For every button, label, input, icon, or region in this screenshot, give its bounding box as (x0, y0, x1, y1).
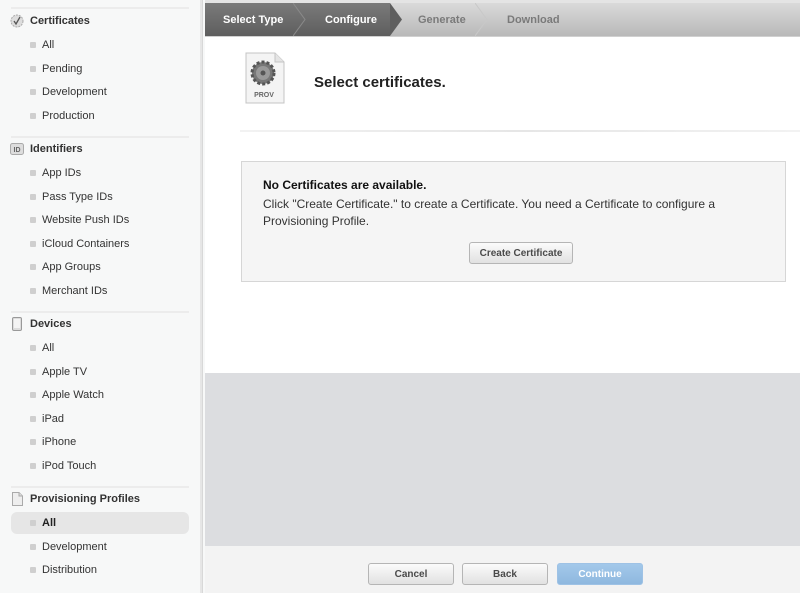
title-divider (240, 130, 800, 132)
sidebar-item-app-groups[interactable]: App Groups (11, 256, 189, 278)
bullet-icon (30, 288, 36, 294)
sidebar-item-label: Development (42, 86, 107, 98)
bullet-icon (30, 439, 36, 445)
certificate-seal-icon (10, 14, 24, 28)
sidebar-item-label: All (42, 39, 55, 51)
bullet-icon (30, 241, 36, 247)
section-title: Certificates (30, 15, 90, 27)
sidebar-item-label: App IDs (42, 167, 82, 179)
bullet-icon (30, 113, 36, 119)
id-badge-icon: ID (10, 142, 24, 156)
notice-title: No Certificates are available. (263, 178, 427, 192)
sidebar-item-profiles-distribution[interactable]: Distribution (11, 559, 189, 581)
sidebar-item-label: iPod Touch (42, 460, 97, 472)
bullet-icon (30, 544, 36, 550)
section-title: Identifiers (30, 143, 83, 155)
sidebar-item-website-push-ids[interactable]: Website Push IDs (11, 209, 189, 231)
bullet-icon (30, 416, 36, 422)
bullet-icon (30, 217, 36, 223)
step-configure: Configure (325, 13, 377, 26)
section-divider (11, 486, 189, 488)
bullet-icon (30, 392, 36, 398)
step-separator-icon (390, 3, 402, 36)
sidebar-item-icloud-containers[interactable]: iCloud Containers (11, 233, 189, 255)
sidebar-item-ipad[interactable]: iPad (11, 408, 189, 430)
sidebar-item-profiles-development[interactable]: Development (11, 536, 189, 558)
step-download: Download (507, 13, 560, 26)
section-provisioning-profiles[interactable]: Provisioning Profiles (10, 490, 140, 508)
sidebar-item-label: App Groups (42, 261, 101, 273)
bullet-icon (30, 567, 36, 573)
section-divider (11, 7, 189, 9)
content-background (205, 373, 800, 546)
bullet-icon (30, 369, 36, 375)
main-content: PROV Select certificates. No Certificate… (205, 37, 800, 373)
section-divider (11, 136, 189, 138)
step-select-type: Select Type (223, 13, 284, 26)
sidebar-scrollbar[interactable] (200, 0, 202, 593)
sidebar-item-label: iPhone (42, 436, 77, 448)
sidebar-item-label: All (42, 342, 55, 354)
notice-text: Click "Create Certificate." to create a … (263, 197, 716, 228)
sidebar-item-iphone[interactable]: iPhone (11, 431, 189, 453)
bullet-icon (30, 194, 36, 200)
back-button[interactable]: Back (462, 563, 548, 585)
sidebar-item-label: Apple Watch (42, 389, 104, 401)
app-root: Certificates All Pending Development Pro… (0, 0, 800, 593)
page-title: Select certificates. (314, 74, 446, 91)
sidebar-item-label: Pending (42, 63, 83, 75)
sidebar-item-label: Distribution (42, 564, 98, 576)
bullet-icon (30, 345, 36, 351)
svg-text:ID: ID (14, 147, 21, 154)
sidebar-item-label: All (42, 517, 57, 529)
sidebar-item-devices-all[interactable]: All (11, 337, 189, 359)
continue-button[interactable]: Continue (557, 563, 643, 585)
device-icon (10, 317, 24, 331)
step-separator-icon (475, 3, 488, 36)
sidebar-item-label: Pass Type IDs (42, 191, 113, 203)
sidebar-item-label: Apple TV (42, 366, 88, 378)
sidebar-item-merchant-ids[interactable]: Merchant IDs (11, 280, 189, 302)
no-certificates-notice: No Certificates are available. Click "Cr… (241, 161, 786, 282)
sidebar-item-ipod-touch[interactable]: iPod Touch (11, 455, 189, 477)
section-identifiers[interactable]: ID Identifiers (10, 140, 83, 158)
sidebar-item-label: Development (42, 541, 107, 553)
wizard-steps: Select Type Configure Generate Download (205, 0, 800, 37)
bullet-icon (30, 463, 36, 469)
sidebar-item-label: Website Push IDs (42, 214, 130, 226)
sidebar-item-label: Merchant IDs (42, 285, 108, 297)
sidebar-item-label: iCloud Containers (42, 238, 130, 250)
footer-actions: Cancel Back Continue (205, 546, 800, 593)
section-title: Devices (30, 318, 72, 330)
bullet-icon (30, 42, 36, 48)
sidebar-item-label: iPad (42, 413, 65, 425)
sidebar-item-pass-type-ids[interactable]: Pass Type IDs (11, 186, 189, 208)
section-certificates[interactable]: Certificates (10, 12, 90, 30)
bullet-icon (30, 66, 36, 72)
svg-text:PROV: PROV (254, 92, 274, 99)
section-devices[interactable]: Devices (10, 315, 72, 333)
bullet-icon (30, 520, 36, 526)
sidebar-item-certificates-development[interactable]: Development (11, 81, 189, 103)
sidebar-item-app-ids[interactable]: App IDs (11, 162, 189, 184)
sidebar: Certificates All Pending Development Pro… (0, 0, 203, 593)
cancel-button[interactable]: Cancel (368, 563, 454, 585)
bullet-icon (30, 89, 36, 95)
sidebar-item-certificates-all[interactable]: All (11, 34, 189, 56)
create-certificate-button[interactable]: Create Certificate (469, 242, 573, 264)
bullet-icon (30, 264, 36, 270)
document-icon (10, 492, 24, 506)
sidebar-item-apple-tv[interactable]: Apple TV (11, 361, 189, 383)
section-title: Provisioning Profiles (30, 493, 141, 505)
step-separator-icon (293, 3, 306, 36)
sidebar-item-label: Production (42, 110, 95, 122)
sidebar-item-profiles-all[interactable]: All (11, 512, 189, 534)
sidebar-item-certificates-production[interactable]: Production (11, 105, 189, 127)
section-divider (11, 311, 189, 313)
sidebar-item-apple-watch[interactable]: Apple Watch (11, 384, 189, 406)
step-generate: Generate (418, 13, 466, 26)
bullet-icon (30, 170, 36, 176)
provisioning-profile-icon: PROV (245, 52, 285, 104)
sidebar-item-certificates-pending[interactable]: Pending (11, 58, 189, 80)
